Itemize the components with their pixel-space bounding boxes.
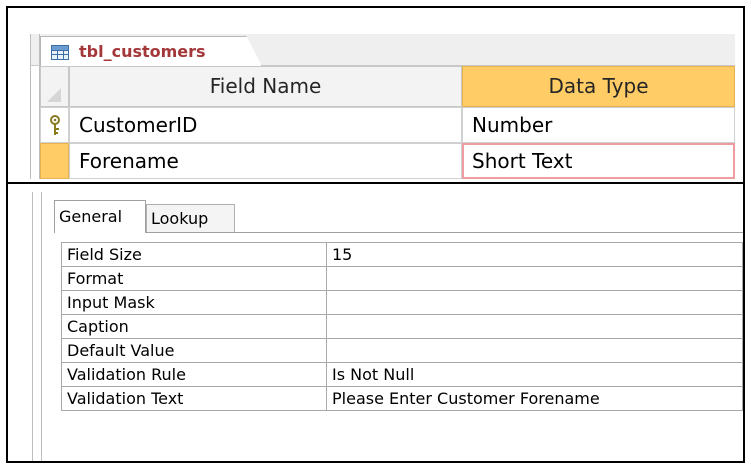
data-type-cell-active[interactable]: Short Text [462, 143, 735, 179]
property-label: Input Mask [61, 290, 327, 315]
field-properties-pane: General Lookup Field Size 15 Format Inpu… [24, 192, 743, 461]
pane-divider [8, 182, 743, 184]
select-all-corner[interactable] [40, 66, 69, 107]
tab-strip-edge [30, 34, 40, 65]
key-icon [50, 115, 60, 135]
table-icon [51, 45, 69, 60]
field-name-cell[interactable]: Forename [69, 143, 462, 179]
document-tab-label: tbl_customers [79, 42, 206, 61]
property-value-input[interactable] [326, 338, 743, 363]
property-row-default-value[interactable]: Default Value [61, 338, 743, 363]
property-value-input[interactable]: 15 [326, 242, 743, 267]
field-grid-header: Field Name Data Type [30, 66, 735, 107]
field-row-forename[interactable]: Forename Short Text [30, 143, 735, 179]
properties-left-edge [32, 192, 42, 461]
property-value-input[interactable] [326, 314, 743, 339]
property-label: Caption [61, 314, 327, 339]
property-label: Validation Text [61, 386, 327, 411]
properties-table: Field Size 15 Format Input Mask Caption … [61, 242, 743, 411]
property-row-validation-rule[interactable]: Validation Rule Is Not Null [61, 362, 743, 387]
property-row-field-size[interactable]: Field Size 15 [61, 242, 743, 267]
access-design-view: tbl_customers Field Name Data Type Custo… [6, 6, 745, 463]
column-header-data-type[interactable]: Data Type [462, 66, 735, 107]
field-name-cell[interactable]: CustomerID [69, 107, 462, 143]
tab-general[interactable]: General [54, 200, 146, 233]
property-row-format[interactable]: Format [61, 266, 743, 291]
row-selector-selected[interactable] [40, 143, 69, 179]
property-row-input-mask[interactable]: Input Mask [61, 290, 743, 315]
property-label: Field Size [61, 242, 327, 267]
tab-baseline [54, 232, 743, 233]
row-selector[interactable] [40, 107, 69, 143]
property-label: Validation Rule [61, 362, 327, 387]
property-value-input[interactable]: Is Not Null [326, 362, 743, 387]
property-label: Default Value [61, 338, 327, 363]
document-tab-strip: tbl_customers [30, 34, 735, 66]
property-value-input[interactable] [326, 266, 743, 291]
data-type-cell[interactable]: Number [462, 107, 735, 143]
property-row-caption[interactable]: Caption [61, 314, 743, 339]
property-row-validation-text[interactable]: Validation Text Please Enter Customer Fo… [61, 386, 743, 411]
document-tab-tbl-customers[interactable]: tbl_customers [40, 36, 262, 66]
field-row-customerid[interactable]: CustomerID Number [30, 107, 735, 143]
property-label: Format [61, 266, 327, 291]
property-value-input[interactable] [326, 290, 743, 315]
column-header-field-name[interactable]: Field Name [69, 66, 462, 107]
property-value-input[interactable]: Please Enter Customer Forename [326, 386, 743, 411]
tab-lookup[interactable]: Lookup [146, 204, 235, 233]
